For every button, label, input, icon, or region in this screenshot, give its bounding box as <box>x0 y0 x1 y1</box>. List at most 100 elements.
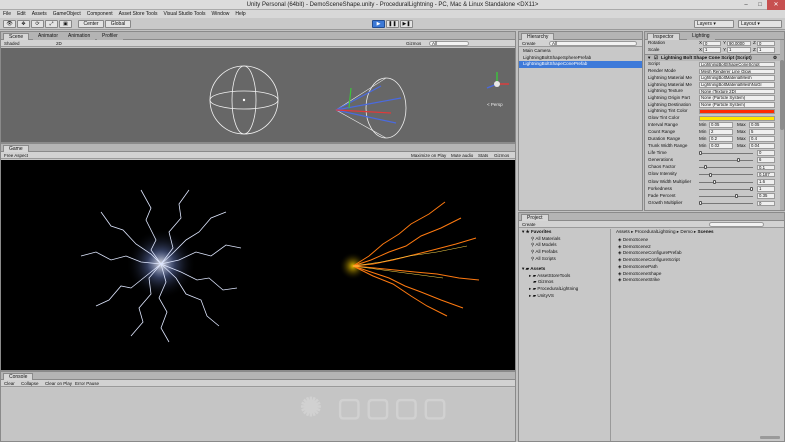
scale-x-field[interactable]: 1 <box>703 47 721 53</box>
range-min-field[interactable]: 0.02 <box>709 143 733 149</box>
slider-value-field[interactable]: 1 <box>757 186 775 192</box>
slider-value-field[interactable]: 1.6 <box>757 179 775 185</box>
favorite-item[interactable]: ⚲ All Models <box>519 242 611 249</box>
rotation-x-field[interactable]: 0 <box>703 40 721 47</box>
icon-size-slider[interactable] <box>760 436 780 439</box>
step-button[interactable]: ▶❚ <box>400 20 413 28</box>
file-item[interactable]: ◈ DemoSceneConfigureScript <box>613 257 784 264</box>
range-min-field[interactable]: 0.2 <box>709 136 733 142</box>
scale-tool-button[interactable]: ⤢ <box>45 20 58 28</box>
slider-track[interactable] <box>699 152 753 154</box>
slider-value-field[interactable]: 0.187 <box>757 171 775 178</box>
texture-field[interactable]: None (Texture 2D) <box>699 88 775 95</box>
move-tool-button[interactable]: ✥ <box>17 20 30 28</box>
tab-animator[interactable]: Animator <box>33 33 64 40</box>
slider-knob[interactable] <box>737 158 741 163</box>
slider-track[interactable] <box>699 195 753 197</box>
stats-toggle[interactable]: Stats <box>478 153 488 158</box>
menu-gameobject[interactable]: GameObject <box>53 10 81 18</box>
menu-visual-studio-tools[interactable]: Visual Studio Tools <box>163 10 205 18</box>
asset-folder[interactable]: ▸ ▰ UnityVS <box>519 293 611 300</box>
scale-y-field[interactable]: 1 <box>727 47 751 53</box>
rotation-z-field[interactable]: 0 <box>757 40 775 47</box>
game-gizmos-dropdown[interactable]: Gizmos <box>494 153 509 158</box>
slider-knob[interactable] <box>712 179 716 184</box>
console-clear-button[interactable]: Clear <box>4 381 15 386</box>
hierarchy-create-dropdown[interactable]: Create <box>522 41 536 46</box>
slider-value-field[interactable]: 0 <box>757 150 775 156</box>
range-max-field[interactable]: 0.05 <box>749 122 775 128</box>
tab-inspector[interactable]: Inspector <box>647 33 680 40</box>
layers-dropdown[interactable]: Layers ▾ <box>694 20 734 28</box>
script-field[interactable]: LightningBoltShapeConeScript <box>699 61 775 68</box>
asset-folder[interactable]: ▰ Gizmos <box>519 279 611 286</box>
tab-animation[interactable]: Animation <box>63 33 96 40</box>
breadcrumb-item[interactable]: Scenes <box>698 229 714 234</box>
mute-audio-toggle[interactable]: Mute audio <box>451 153 473 158</box>
file-item[interactable]: ◈ DemoSceneConfigurePrefab <box>613 250 784 257</box>
hierarchy-item[interactable]: Main Camera <box>519 48 642 55</box>
tab-hierarchy[interactable]: Hierarchy <box>521 33 555 40</box>
rotate-tool-button[interactable]: ⟳ <box>31 20 44 28</box>
pivot-center-toggle[interactable]: Center <box>78 20 104 28</box>
slider-knob[interactable] <box>699 151 702 156</box>
range-max-field[interactable]: 0.04 <box>749 143 775 149</box>
file-item[interactable]: ◈ DemoScenePath <box>613 264 784 271</box>
slider-value-field[interactable]: 0 <box>757 200 775 207</box>
slider-knob[interactable] <box>708 172 712 177</box>
slider-track[interactable] <box>699 181 753 183</box>
slider-knob[interactable] <box>699 201 702 206</box>
aspect-dropdown[interactable]: Free Aspect <box>4 153 28 158</box>
glow-tint-swatch[interactable] <box>699 115 775 122</box>
scene-viewport[interactable]: < Persp <box>1 48 515 142</box>
hierarchy-search-input[interactable]: All <box>549 41 637 46</box>
pivot-global-toggle[interactable]: Global <box>105 20 131 28</box>
origin-particle-field[interactable]: None (Particle System) <box>699 95 775 101</box>
material-field[interactable]: LightningBoltMaterialMesh <box>699 75 775 81</box>
range-min-field[interactable]: 2 <box>709 129 733 135</box>
range-max-field[interactable]: 0.4 <box>749 136 775 142</box>
slider-value-field[interactable]: 6 <box>757 157 775 163</box>
tab-scene[interactable]: Scene <box>3 33 30 40</box>
game-viewport[interactable] <box>1 160 515 370</box>
slider-value-field[interactable]: 0.1 <box>757 164 775 171</box>
slider-knob[interactable] <box>704 165 708 170</box>
menu-asset-store-tools[interactable]: Asset Store Tools <box>119 10 158 18</box>
shading-mode-dropdown[interactable]: Shaded <box>4 41 20 46</box>
slider-track[interactable] <box>699 203 753 205</box>
favorite-item[interactable]: ⚲ All Scripts <box>519 256 611 263</box>
favorite-item[interactable]: ⚲ All Prefabs <box>519 249 611 256</box>
file-item[interactable]: ◈ DemoScene <box>613 237 784 244</box>
console-error-pause-toggle[interactable]: Error Pause <box>75 381 99 386</box>
tab-project[interactable]: Project <box>521 214 549 221</box>
tab-console[interactable]: Console <box>3 373 34 380</box>
inspector-scroll-thumb[interactable] <box>780 60 784 130</box>
file-item[interactable]: ◈ DemoScene2 <box>613 244 784 251</box>
favorites-header[interactable]: ▾ ★ Favorites <box>519 229 611 236</box>
close-button[interactable]: ✕ <box>767 0 785 10</box>
persp-label[interactable]: < Persp <box>487 102 503 107</box>
slider-track[interactable] <box>699 159 753 161</box>
range-max-field[interactable]: 5 <box>749 129 775 135</box>
slider-knob[interactable] <box>734 194 738 199</box>
maximize-on-play-toggle[interactable]: Maximize on Play <box>411 153 446 158</box>
slider-value-field[interactable]: 0.35 <box>757 193 775 199</box>
slider-track[interactable] <box>699 188 753 190</box>
layout-dropdown[interactable]: Layout ▾ <box>738 20 782 28</box>
asset-folder[interactable]: ▸ ▰ AssetStoreTools <box>519 273 611 280</box>
inspector-scrollbar[interactable] <box>780 40 784 210</box>
project-create-dropdown[interactable]: Create <box>522 222 536 227</box>
destination-particle-field[interactable]: None (Particle System) <box>699 102 775 108</box>
breadcrumb-item[interactable]: Assets <box>616 229 630 234</box>
2d-toggle[interactable]: 2D <box>56 41 62 46</box>
console-clear-on-play-toggle[interactable]: Clear on Play <box>45 381 72 386</box>
slider-track[interactable] <box>699 167 753 169</box>
favorite-item[interactable]: ⚲ All Materials <box>519 236 611 243</box>
file-item[interactable]: ◈ DemoSceneShape <box>613 271 784 278</box>
project-search-input[interactable] <box>709 222 764 227</box>
rect-tool-button[interactable]: ▣ <box>59 20 72 28</box>
play-button[interactable]: ▶ <box>372 20 385 28</box>
menu-component[interactable]: Component <box>87 10 113 18</box>
rotation-y-field[interactable]: 90.0000 <box>727 40 751 47</box>
menu-edit[interactable]: Edit <box>17 10 26 18</box>
